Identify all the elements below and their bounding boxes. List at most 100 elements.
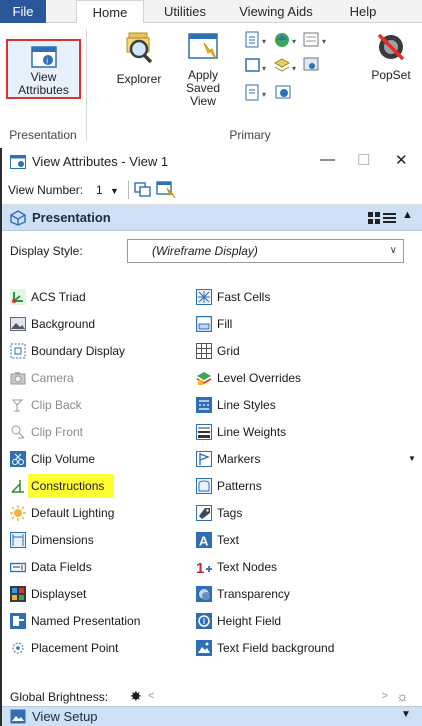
list-item-displayset[interactable]: Displayset [10, 582, 200, 606]
view-attributes-label: View Attributes [18, 70, 69, 97]
group-label-presentation: Presentation [9, 128, 77, 142]
item-label: Line Weights [217, 425, 287, 439]
list-item-grid[interactable]: Grid [196, 339, 386, 363]
list-item-dimensions[interactable]: Dimensions [10, 528, 200, 552]
list-item-clip-front[interactable]: Clip Front [10, 420, 200, 444]
list-item-named-presentation[interactable]: Named Presentation [10, 609, 200, 633]
chevron-down-icon[interactable]: ▼ [408, 447, 416, 471]
slider-right-arrow[interactable]: > [382, 690, 388, 702]
tab-viewing-aids[interactable]: Viewing Aids [226, 0, 326, 23]
item-label: Transparency [217, 587, 290, 601]
expand-chevron-icon[interactable]: ▼ [401, 709, 411, 720]
list-item-level-overrides[interactable]: Level Overrides [196, 366, 386, 390]
window-titlebar[interactable]: View Attributes - View 1 — ☐ ✕ [2, 148, 422, 176]
explorer-icon [126, 32, 153, 64]
display-style-select[interactable]: (Wireframe Display) ∨ [127, 239, 404, 263]
apply-saved-view-icon [188, 33, 218, 60]
list-item-tags[interactable]: Tags [196, 501, 386, 525]
svg-text:▾: ▾ [262, 64, 266, 73]
list-item-placement-point[interactable]: Placement Point [10, 636, 200, 660]
view-number-select[interactable]: 1 ▼ [96, 183, 119, 197]
item-label: Level Overrides [217, 371, 302, 385]
explorer-button[interactable]: Explorer [112, 31, 166, 86]
text-icon: A [196, 532, 212, 548]
explorer-label: Explorer [116, 72, 162, 86]
view-attributes-button[interactable]: i View Attributes [6, 39, 81, 99]
svg-text:A: A [199, 534, 209, 549]
clip-volume-icon [10, 451, 26, 467]
list-item-data-fields[interactable]: Data Fields [10, 555, 200, 579]
grid-view-icon[interactable] [368, 212, 380, 224]
list-view-icon[interactable] [383, 212, 396, 224]
tags-icon [196, 505, 212, 521]
line-weights-icon [196, 424, 212, 440]
global-brightness-slider[interactable]: < > [148, 690, 388, 704]
item-label: Fast Cells [217, 290, 271, 304]
list-item-patterns[interactable]: Patterns [196, 474, 386, 498]
list-item-transparency[interactable]: Transparency [196, 582, 386, 606]
tab-home[interactable]: Home [76, 0, 144, 24]
item-label: Background [31, 317, 96, 331]
list-item-camera[interactable]: Camera [10, 366, 200, 390]
list-item-clip-volume[interactable]: Clip Volume [10, 447, 200, 471]
clip-back-icon [11, 399, 24, 412]
acs-triad-icon [10, 289, 26, 305]
text-nodes-icon: 1 [196, 560, 212, 575]
view-number-label: View Number: [8, 183, 84, 197]
ribbon: File Home Utilities Viewing Aids Help i … [0, 0, 422, 146]
ribbon-tabs: File Home Utilities Viewing Aids Help [0, 0, 422, 24]
tab-help[interactable]: Help [338, 0, 388, 23]
chevron-down-icon: ▼ [110, 186, 119, 196]
list-item-text[interactable]: A Text [196, 528, 386, 552]
save-view-settings-icon[interactable] [156, 181, 176, 199]
list-item-default-lighting[interactable]: Default Lighting [10, 501, 200, 525]
svg-text:1: 1 [196, 560, 204, 575]
maximize-button[interactable]: ☐ [357, 151, 370, 169]
copy-view-icon[interactable] [134, 182, 152, 198]
list-item-text-field-background[interactable]: Text Field background [196, 636, 416, 660]
presentation-section-header[interactable]: Presentation ▲ [2, 205, 422, 231]
list-item-fast-cells[interactable]: Fast Cells [196, 285, 386, 309]
list-item-line-styles[interactable]: Line Styles [196, 393, 386, 417]
item-label: Clip Front [31, 425, 84, 439]
background-icon [10, 317, 26, 331]
patterns-icon [196, 478, 212, 494]
item-label: Dimensions [31, 533, 94, 547]
view-setup-section-header[interactable]: View Setup ▼ [2, 706, 422, 726]
slider-left-arrow[interactable]: < [148, 690, 154, 702]
display-style-row: Display Style: (Wireframe Display) ∨ [2, 234, 422, 268]
list-item-height-field[interactable]: Height Field [196, 609, 386, 633]
divider [128, 181, 129, 199]
item-label: Named Presentation [31, 614, 141, 628]
close-button[interactable]: ✕ [395, 151, 408, 169]
view-attributes-icon: i [30, 46, 57, 68]
line-styles-icon [196, 397, 212, 413]
list-item-line-weights[interactable]: Line Weights [196, 420, 386, 444]
level-overrides-icon [196, 372, 212, 385]
item-label: Clip Volume [31, 452, 96, 466]
list-item-fill[interactable]: Fill [196, 312, 386, 336]
popset-button[interactable]: PopSet [364, 31, 418, 82]
svg-text:▾: ▾ [292, 64, 296, 73]
item-label: Tags [217, 506, 243, 520]
tab-utilities[interactable]: Utilities [150, 0, 220, 23]
transparency-icon [196, 586, 212, 602]
view-attributes-window-icon [10, 155, 26, 169]
collapse-chevron-icon[interactable]: ▲ [402, 209, 413, 221]
primary-tool-icons: ▾ ▾ ▾ ▾ ▾ ▾ [245, 31, 326, 101]
item-label: Data Fields [31, 560, 92, 574]
minimize-button[interactable]: — [320, 151, 335, 168]
tab-file[interactable]: File [0, 0, 46, 23]
list-item-acs-triad[interactable]: ACS Triad [10, 285, 200, 309]
list-item-text-nodes[interactable]: 1 Text Nodes [196, 555, 386, 579]
list-item-clip-back[interactable]: Clip Back [10, 393, 200, 417]
view-setup-icon [10, 709, 26, 724]
list-item-markers[interactable]: Markers ▼ [196, 447, 416, 471]
height-field-icon [196, 613, 212, 629]
apply-saved-view-button[interactable]: Apply Saved View [172, 31, 234, 108]
item-label: Clip Back [31, 398, 82, 412]
list-item-boundary-display[interactable]: Boundary Display [10, 339, 200, 363]
list-item-constructions[interactable]: Constructions [10, 474, 200, 498]
list-item-background[interactable]: Background [10, 312, 200, 336]
view-number-row: View Number: 1 ▼ [2, 176, 422, 205]
